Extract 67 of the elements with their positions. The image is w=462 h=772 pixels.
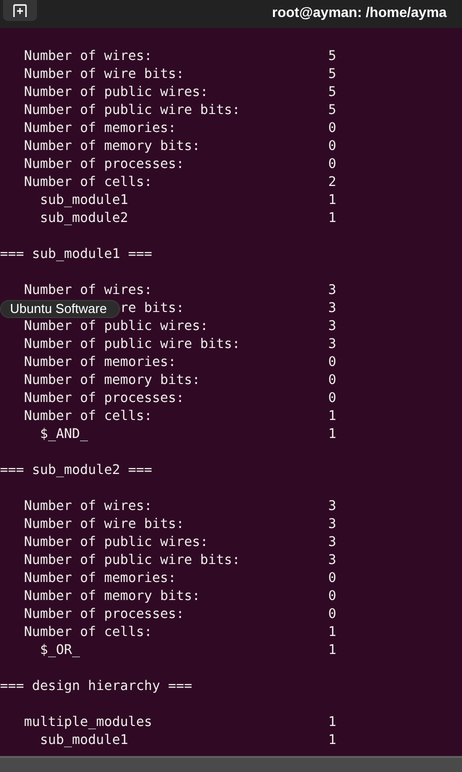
output-label: sub_module1 [40, 193, 128, 208]
output-label: Number of cells: [24, 175, 152, 190]
output-label: multiple_modules [24, 715, 152, 730]
new-tab-button[interactable] [3, 0, 37, 21]
output-label: Number of wires: [24, 499, 152, 514]
output-value: 1 [328, 732, 336, 750]
output-label: sub_module1 [40, 733, 128, 748]
output-label: Number of cells: [24, 409, 152, 424]
output-value: 3 [328, 552, 336, 570]
output-label: Number of wire bits: [24, 517, 184, 532]
output-value: 0 [328, 570, 336, 588]
output-value: 1 [328, 426, 336, 444]
output-label: sub_module2 [40, 211, 128, 226]
output-value: 1 [328, 192, 336, 210]
output-value: 0 [328, 120, 336, 138]
output-label: Number of public wires: [24, 85, 208, 100]
output-label: Number of wires: [24, 283, 152, 298]
output-label: Number of memories: [24, 571, 176, 586]
output-label: Number of memory bits: [24, 139, 200, 154]
output-value: 0 [328, 156, 336, 174]
output-label: Number of cells: [24, 625, 152, 640]
new-tab-icon [12, 4, 28, 18]
output-value: 3 [328, 534, 336, 552]
output-value: 0 [328, 606, 336, 624]
output-label: Number of memories: [24, 355, 176, 370]
output-label: Number of processes: [24, 607, 184, 622]
output-label: Number of memory bits: [24, 373, 200, 388]
output-value: 3 [328, 498, 336, 516]
output-label: Number of public wire bits: [24, 553, 240, 568]
output-value: 1 [328, 408, 336, 426]
output-label: Number of public wire bits: [24, 337, 240, 352]
output-value: 1 [328, 210, 336, 228]
output-label: Number of processes: [24, 391, 184, 406]
section-heading: === design hierarchy === [0, 678, 192, 696]
output-label: Number of public wire bits: [24, 103, 240, 118]
output-value: 3 [328, 336, 336, 354]
output-value: 1 [328, 624, 336, 642]
output-value: 0 [328, 390, 336, 408]
output-value: 3 [328, 516, 336, 534]
output-value: 5 [328, 102, 336, 120]
output-label: Number of wires: [24, 49, 152, 64]
output-label: $_AND_ [40, 427, 88, 442]
output-value: 5 [328, 48, 336, 66]
output-label: Number of wire bits: [24, 67, 184, 82]
output-value: 5 [328, 66, 336, 84]
output-label: Number of memories: [24, 121, 176, 136]
output-value: 2 [328, 174, 336, 192]
output-value: 1 [328, 642, 336, 660]
output-value: 0 [328, 588, 336, 606]
output-value: 0 [328, 354, 336, 372]
output-value: 3 [328, 282, 336, 300]
section-heading: === sub_module2 === [0, 462, 152, 480]
tooltip: Ubuntu Software [0, 300, 120, 318]
output-value: 1 [328, 714, 336, 732]
output-value: 0 [328, 372, 336, 390]
output-label: Number of memory bits: [24, 589, 200, 604]
output-label: $_OR_ [40, 643, 80, 658]
output-value: 3 [328, 300, 336, 318]
output-label: Number of public wires: [24, 535, 208, 550]
section-heading: === sub_module1 === [0, 246, 152, 264]
output-value: 3 [328, 318, 336, 336]
output-value: 5 [328, 84, 336, 102]
output-label: Number of public wires: [24, 319, 208, 334]
output-label: Number of processes: [24, 157, 184, 172]
output-label: re bits: [120, 301, 184, 316]
window-title: root@ayman: /home/ayma [272, 4, 447, 20]
output-value: 0 [328, 138, 336, 156]
